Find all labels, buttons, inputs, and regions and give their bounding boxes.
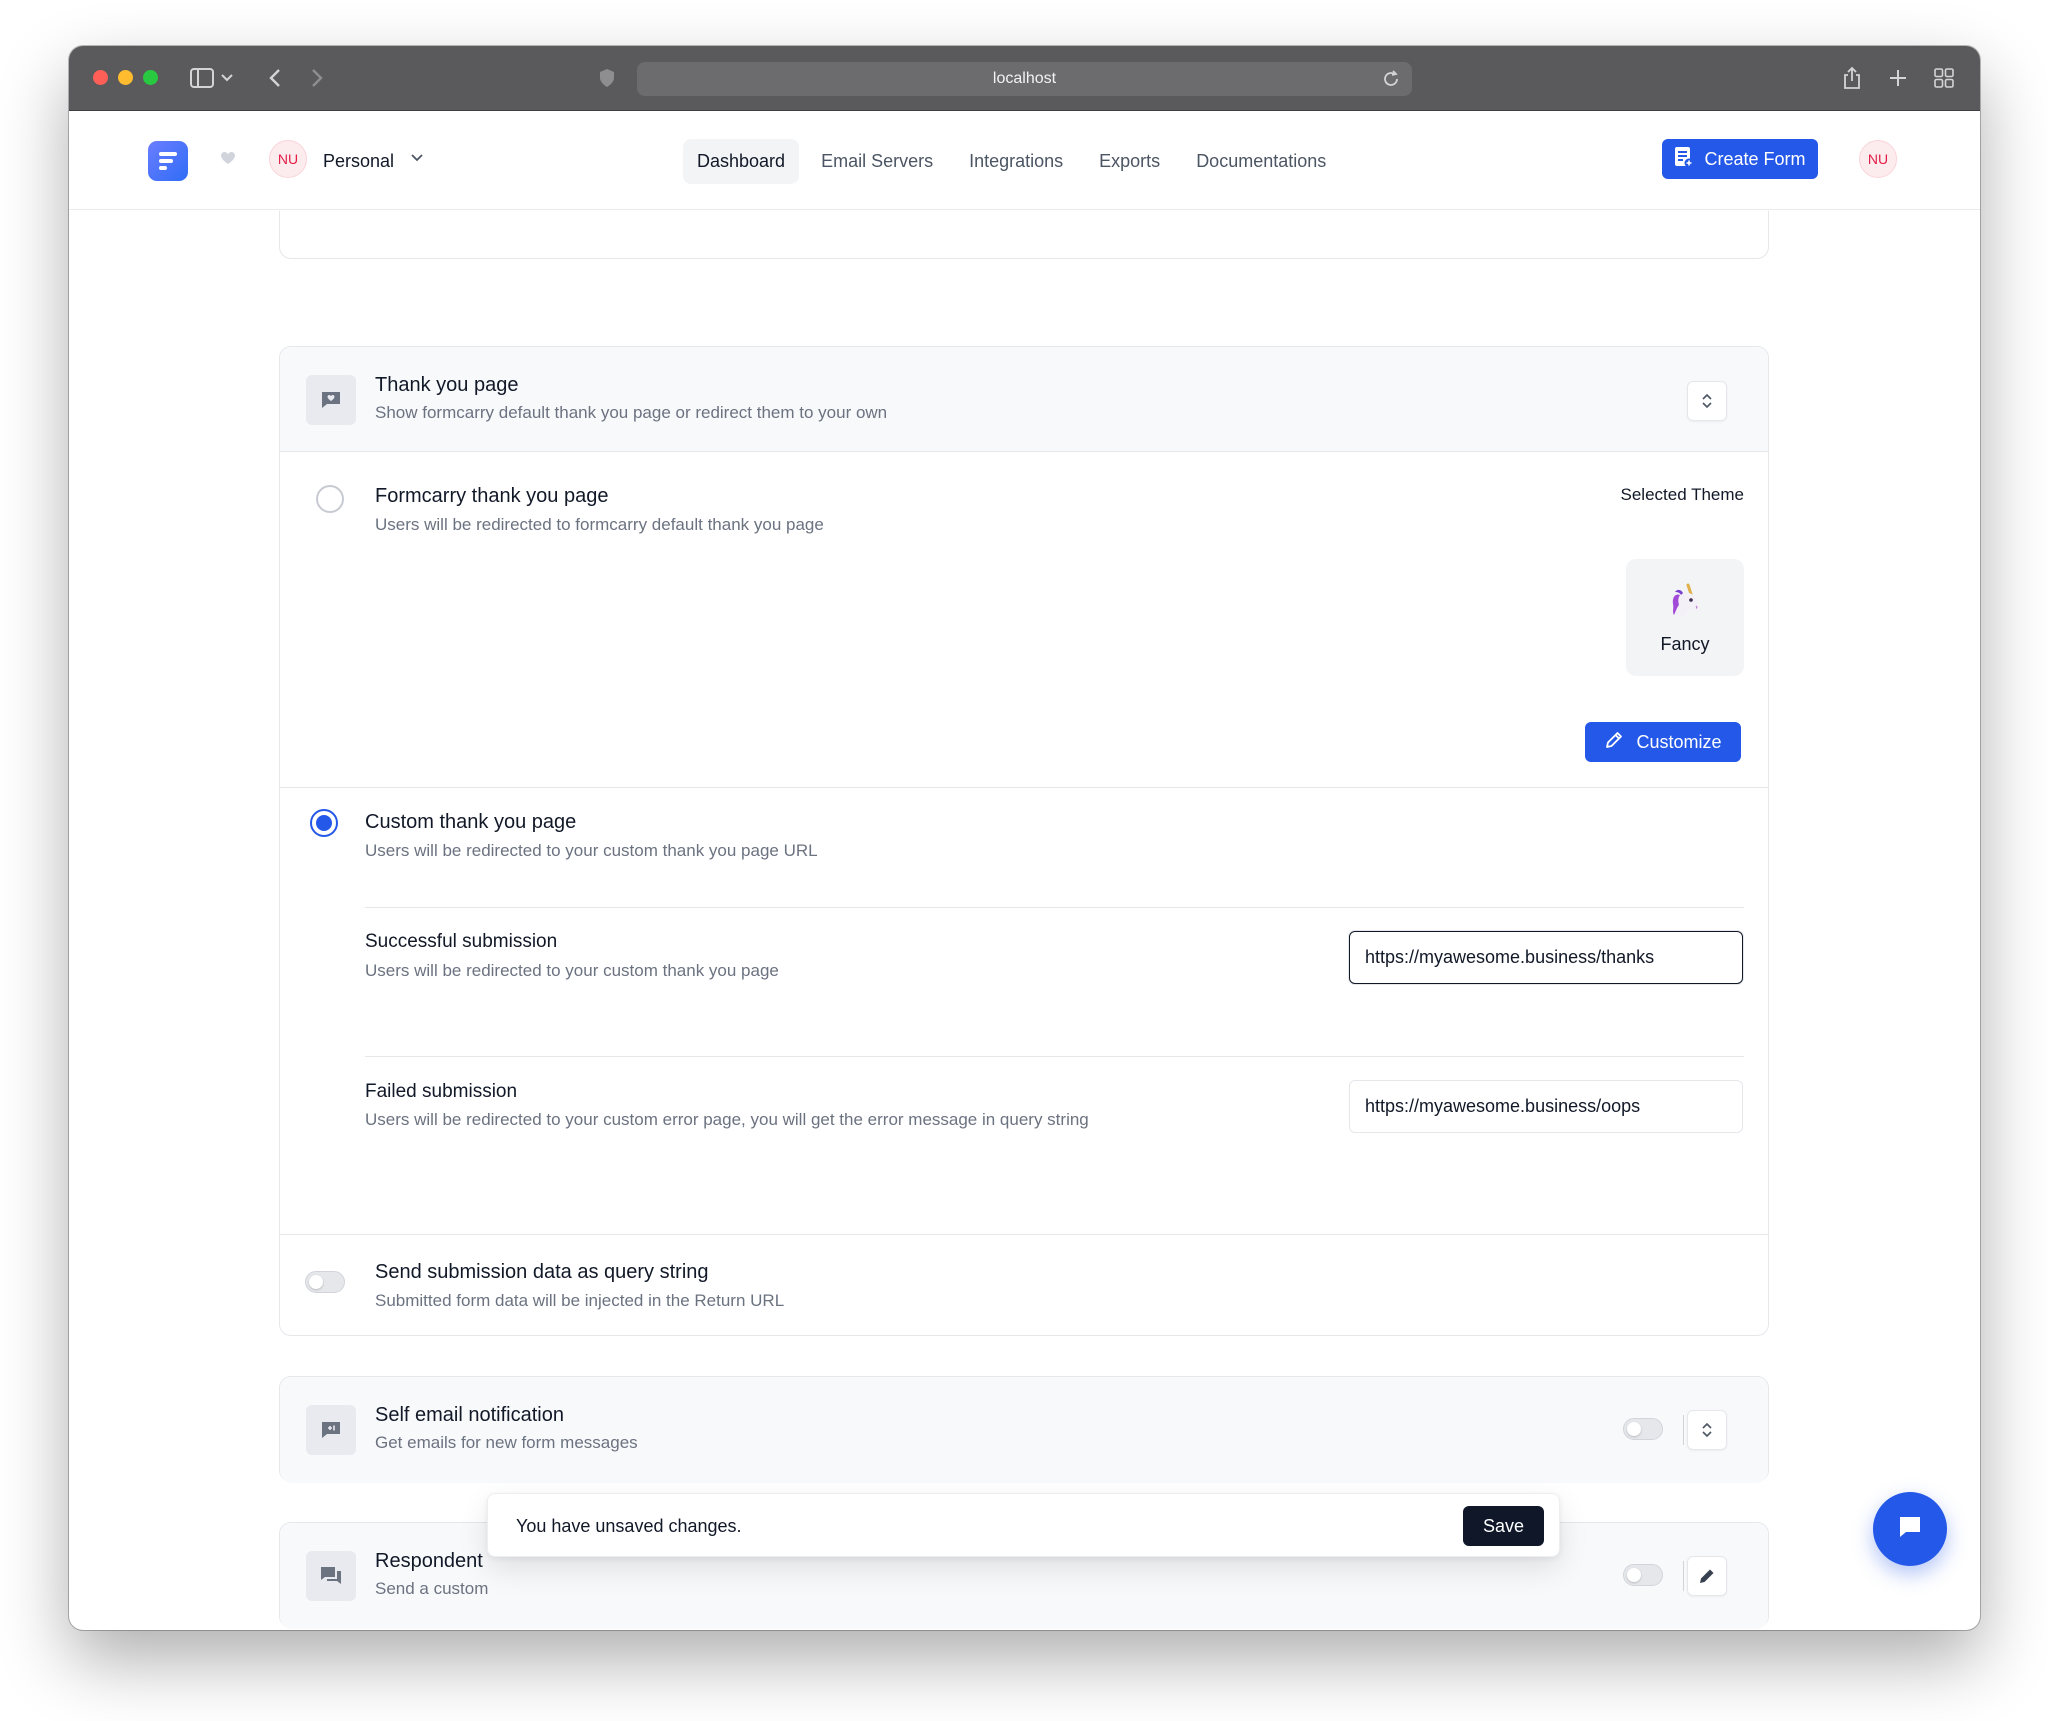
chevron-down-icon[interactable]: [411, 149, 423, 165]
share-icon[interactable]: [1841, 64, 1863, 92]
expand-collapse-button[interactable]: [1687, 381, 1727, 421]
self-email-card: Self email notification Get emails for n…: [279, 1376, 1769, 1483]
self-email-subtitle: Get emails for new form messages: [375, 1433, 638, 1452]
settings-content: Thank you page Show formcarry default th…: [69, 211, 1980, 1630]
privacy-shield-icon: [597, 66, 617, 90]
unsaved-changes-message: You have unsaved changes.: [516, 1516, 742, 1536]
section-divider: [280, 787, 1768, 788]
theme-card[interactable]: Fancy: [1626, 559, 1744, 676]
expand-collapse-button[interactable]: [1687, 1410, 1727, 1450]
unicorn-icon: [1666, 581, 1704, 624]
theme-name: Fancy: [1660, 633, 1710, 654]
customize-theme-button[interactable]: Customize: [1585, 722, 1741, 762]
chat-widget-button[interactable]: [1873, 1492, 1947, 1566]
minimize-window-button[interactable]: [118, 70, 133, 85]
create-form-button[interactable]: Create Form: [1662, 139, 1818, 179]
customize-label: Customize: [1636, 731, 1722, 752]
nav-email-servers[interactable]: Email Servers: [807, 139, 947, 184]
formcarry-logo[interactable]: [148, 141, 188, 181]
workspace-avatar[interactable]: NU: [269, 140, 307, 178]
thank-you-page-header: Thank you page Show formcarry default th…: [280, 347, 1768, 452]
nav-documentations[interactable]: Documentations: [1182, 139, 1340, 184]
success-url-input[interactable]: https://myawesome.business/thanks: [1349, 931, 1743, 984]
user-avatar[interactable]: NU: [1859, 140, 1897, 178]
custom-thank-you-radio[interactable]: [310, 809, 338, 837]
nav-integrations[interactable]: Integrations: [955, 139, 1077, 184]
app-header: NU Personal Dashboard Email Servers Inte…: [69, 111, 1980, 210]
header-separator: [1683, 1415, 1684, 1445]
favorite-heart-icon[interactable]: [220, 149, 236, 170]
formcarry-thank-you-radio[interactable]: [316, 485, 344, 513]
create-form-label: Create Form: [1704, 148, 1806, 169]
close-window-button[interactable]: [93, 70, 108, 85]
section-divider: [280, 1234, 1768, 1235]
form-add-icon: [1674, 146, 1694, 173]
previous-settings-card: [279, 211, 1769, 259]
self-email-header: Self email notification Get emails for n…: [280, 1377, 1768, 1483]
address-bar[interactable]: localhost: [637, 62, 1412, 96]
maximize-window-button[interactable]: [143, 70, 158, 85]
failure-url-input[interactable]: https://myawesome.business/oops: [1349, 1080, 1743, 1133]
query-string-title: Send submission data as query string: [375, 1261, 709, 1283]
subsection-divider: [365, 1056, 1744, 1057]
thank-you-page-title: Thank you page: [375, 374, 519, 396]
query-string-subtitle: Submitted form data will be injected in …: [375, 1291, 785, 1310]
forward-icon[interactable]: [307, 66, 327, 90]
self-email-title: Self email notification: [375, 1404, 564, 1426]
main-nav: Dashboard Email Servers Integrations Exp…: [683, 139, 1340, 184]
successful-submission-title: Successful submission: [365, 931, 558, 952]
chat-icon: [1896, 1513, 1924, 1546]
respondent-toggle[interactable]: [1623, 1564, 1663, 1586]
pencil-icon: [1700, 1569, 1714, 1583]
back-icon[interactable]: [265, 66, 285, 90]
browser-titlebar: localhost: [69, 46, 1980, 111]
failed-submission-subtitle: Users will be redirected to your custom …: [365, 1110, 1089, 1129]
save-button[interactable]: Save: [1463, 1506, 1544, 1546]
chevron-up-down-icon: [1702, 393, 1712, 409]
reload-icon[interactable]: [1382, 70, 1400, 93]
new-tab-icon[interactable]: [1887, 66, 1909, 90]
subsection-divider: [365, 907, 1744, 908]
failed-submission-title: Failed submission: [365, 1081, 518, 1102]
respondent-title: Respondent: [375, 1550, 483, 1572]
message-heart-icon: [306, 375, 356, 425]
custom-thank-you-title: Custom thank you page: [365, 811, 577, 833]
respondent-subtitle: Send a custom: [375, 1579, 489, 1598]
chat-bubbles-icon: [306, 1551, 356, 1601]
nav-exports[interactable]: Exports: [1085, 139, 1174, 184]
successful-submission-subtitle: Users will be redirected to your custom …: [365, 961, 779, 980]
edit-button[interactable]: [1687, 1556, 1727, 1596]
custom-thank-you-subtitle: Users will be redirected to your custom …: [365, 841, 818, 860]
workspace-name[interactable]: Personal: [323, 151, 394, 172]
thank-you-page-subtitle: Show formcarry default thank you page or…: [375, 403, 888, 422]
self-email-toggle[interactable]: [1623, 1418, 1663, 1440]
message-plus-icon: [306, 1405, 356, 1455]
formcarry-thank-you-subtitle: Users will be redirected to formcarry de…: [375, 515, 824, 534]
address-bar-url: localhost: [992, 70, 1057, 87]
unsaved-changes-toast: You have unsaved changes. Save: [487, 1493, 1560, 1557]
header-separator: [1683, 1561, 1684, 1591]
chevron-down-icon[interactable]: [219, 68, 235, 88]
browser-window: localhost NU Personal Dashboard Email Se…: [69, 46, 1980, 1630]
selected-theme-label: Selected Theme: [1620, 485, 1744, 504]
query-string-toggle[interactable]: [305, 1271, 345, 1293]
formcarry-thank-you-title: Formcarry thank you page: [375, 485, 609, 507]
sidebar-toggle-icon[interactable]: [189, 66, 215, 90]
pencil-icon: [1604, 730, 1624, 755]
thank-you-page-card: Thank you page Show formcarry default th…: [279, 346, 1769, 1336]
chevron-up-down-icon: [1702, 1422, 1712, 1438]
tab-overview-icon[interactable]: [1933, 66, 1955, 90]
nav-dashboard[interactable]: Dashboard: [683, 139, 800, 184]
